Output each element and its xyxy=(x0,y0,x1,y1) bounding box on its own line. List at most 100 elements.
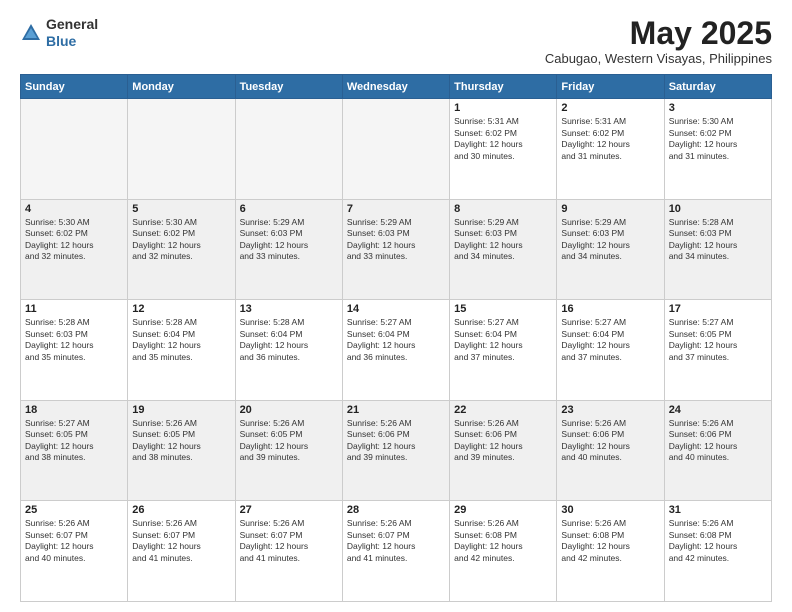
page: General Blue May 2025 Cabugao, Western V… xyxy=(0,0,792,612)
day-info: Sunrise: 5:29 AM Sunset: 6:03 PM Dayligh… xyxy=(347,217,445,263)
logo-blue-text: Blue xyxy=(46,33,76,49)
title-block: May 2025 Cabugao, Western Visayas, Phili… xyxy=(545,16,772,66)
day-number: 26 xyxy=(132,504,230,516)
day-info: Sunrise: 5:29 AM Sunset: 6:03 PM Dayligh… xyxy=(240,217,338,263)
calendar-cell: 4Sunrise: 5:30 AM Sunset: 6:02 PM Daylig… xyxy=(21,199,128,300)
day-number: 12 xyxy=(132,303,230,315)
calendar-cell: 12Sunrise: 5:28 AM Sunset: 6:04 PM Dayli… xyxy=(128,300,235,401)
calendar-cell: 27Sunrise: 5:26 AM Sunset: 6:07 PM Dayli… xyxy=(235,501,342,602)
day-info: Sunrise: 5:29 AM Sunset: 6:03 PM Dayligh… xyxy=(454,217,552,263)
calendar-cell: 10 Sunrise: 5:28 AM Sunset: 6:03 PM Dayli… xyxy=(664,199,771,300)
calendar-cell: 26Sunrise: 5:26 AM Sunset: 6:07 PM Dayli… xyxy=(128,501,235,602)
day-number: 29 xyxy=(454,504,552,516)
calendar-cell: 9 Sunrise: 5:29 AM Sunset: 6:03 PM Daylig… xyxy=(557,199,664,300)
day-info: Sunrise: 5:26 AM Sunset: 6:05 PM Dayligh… xyxy=(132,418,230,464)
calendar-cell: 30Sunrise: 5:26 AM Sunset: 6:08 PM Dayli… xyxy=(557,501,664,602)
day-info: Sunrise: 5:27 AM Sunset: 6:05 PM Dayligh… xyxy=(25,418,123,464)
day-number: 17 xyxy=(669,303,767,315)
day-info: Sunrise: 5:28 AM Sunset: 6:03 PM Dayligh… xyxy=(25,317,123,363)
day-info: Sunrise: 5:26 AM Sunset: 6:07 PM Dayligh… xyxy=(347,518,445,564)
calendar-cell: 8 Sunrise: 5:29 AM Sunset: 6:03 PM Daylig… xyxy=(450,199,557,300)
day-number: 21 xyxy=(347,404,445,416)
day-number: 1 xyxy=(454,102,552,114)
header-tuesday: Tuesday xyxy=(235,75,342,99)
day-number: 15 xyxy=(454,303,552,315)
calendar-week-5: 25 Sunrise: 5:26 AM Sunset: 6:07 PM Dayli… xyxy=(21,501,772,602)
day-number: 7 xyxy=(347,203,445,215)
header-thursday: Thursday xyxy=(450,75,557,99)
calendar-cell: 15 Sunrise: 5:27 AM Sunset: 6:04 PM Dayli… xyxy=(450,300,557,401)
calendar-cell: 3 Sunrise: 5:30 AM Sunset: 6:02 PM Daylig… xyxy=(664,99,771,200)
calendar-week-2: 4Sunrise: 5:30 AM Sunset: 6:02 PM Daylig… xyxy=(21,199,772,300)
month-title: May 2025 xyxy=(545,16,772,51)
day-number: 5 xyxy=(132,203,230,215)
day-info: Sunrise: 5:28 AM Sunset: 6:03 PM Dayligh… xyxy=(669,217,767,263)
calendar-cell: 13Sunrise: 5:28 AM Sunset: 6:04 PM Dayli… xyxy=(235,300,342,401)
day-info: Sunrise: 5:31 AM Sunset: 6:02 PM Dayligh… xyxy=(561,116,659,162)
day-number: 23 xyxy=(561,404,659,416)
day-number: 2 xyxy=(561,102,659,114)
calendar-cell: 16 Sunrise: 5:27 AM Sunset: 6:04 PM Dayli… xyxy=(557,300,664,401)
header-monday: Monday xyxy=(128,75,235,99)
day-info: Sunrise: 5:30 AM Sunset: 6:02 PM Dayligh… xyxy=(669,116,767,162)
day-number: 6 xyxy=(240,203,338,215)
day-number: 3 xyxy=(669,102,767,114)
calendar-cell: 5 Sunrise: 5:30 AM Sunset: 6:02 PM Daylig… xyxy=(128,199,235,300)
calendar-cell: 6 Sunrise: 5:29 AM Sunset: 6:03 PM Daylig… xyxy=(235,199,342,300)
day-info: Sunrise: 5:27 AM Sunset: 6:04 PM Dayligh… xyxy=(454,317,552,363)
day-info: Sunrise: 5:27 AM Sunset: 6:05 PM Dayligh… xyxy=(669,317,767,363)
day-info: Sunrise: 5:26 AM Sunset: 6:06 PM Dayligh… xyxy=(669,418,767,464)
day-number: 20 xyxy=(240,404,338,416)
day-info: Sunrise: 5:26 AM Sunset: 6:06 PM Dayligh… xyxy=(561,418,659,464)
calendar-cell: 20 Sunrise: 5:26 AM Sunset: 6:05 PM Dayli… xyxy=(235,400,342,501)
calendar-cell xyxy=(21,99,128,200)
day-number: 16 xyxy=(561,303,659,315)
calendar-week-4: 18 Sunrise: 5:27 AM Sunset: 6:05 PM Dayli… xyxy=(21,400,772,501)
day-number: 19 xyxy=(132,404,230,416)
calendar-cell: 31Sunrise: 5:26 AM Sunset: 6:08 PM Dayli… xyxy=(664,501,771,602)
day-number: 25 xyxy=(25,504,123,516)
day-info: Sunrise: 5:26 AM Sunset: 6:05 PM Dayligh… xyxy=(240,418,338,464)
day-info: Sunrise: 5:26 AM Sunset: 6:06 PM Dayligh… xyxy=(347,418,445,464)
day-number: 14 xyxy=(347,303,445,315)
calendar-cell: 2 Sunrise: 5:31 AM Sunset: 6:02 PM Daylig… xyxy=(557,99,664,200)
day-number: 31 xyxy=(669,504,767,516)
header-sunday: Sunday xyxy=(21,75,128,99)
calendar-cell: 1Sunrise: 5:31 AM Sunset: 6:02 PM Daylig… xyxy=(450,99,557,200)
calendar-cell: 21 Sunrise: 5:26 AM Sunset: 6:06 PM Dayli… xyxy=(342,400,449,501)
day-info: Sunrise: 5:29 AM Sunset: 6:03 PM Dayligh… xyxy=(561,217,659,263)
calendar-cell: 25Sunrise: 5:26 AM Sunset: 6:07 PM Dayli… xyxy=(21,501,128,602)
header-friday: Friday xyxy=(557,75,664,99)
day-number: 10 xyxy=(669,203,767,215)
calendar-cell: 14 Sunrise: 5:27 AM Sunset: 6:04 PM Dayli… xyxy=(342,300,449,401)
calendar-cell: 17 Sunrise: 5:27 AM Sunset: 6:05 PM Dayli… xyxy=(664,300,771,401)
day-number: 30 xyxy=(561,504,659,516)
calendar-cell: 22Sunrise: 5:26 AM Sunset: 6:06 PM Dayli… xyxy=(450,400,557,501)
day-info: Sunrise: 5:27 AM Sunset: 6:04 PM Dayligh… xyxy=(561,317,659,363)
day-info: Sunrise: 5:30 AM Sunset: 6:02 PM Dayligh… xyxy=(25,217,123,263)
day-number: 27 xyxy=(240,504,338,516)
calendar-cell xyxy=(235,99,342,200)
day-number: 18 xyxy=(25,404,123,416)
calendar-week-3: 11 Sunrise: 5:28 AM Sunset: 6:03 PM Dayli… xyxy=(21,300,772,401)
weekday-header-row: Sunday Monday Tuesday Wednesday Thursday… xyxy=(21,75,772,99)
calendar-cell xyxy=(342,99,449,200)
day-number: 11 xyxy=(25,303,123,315)
day-number: 24 xyxy=(669,404,767,416)
location: Cabugao, Western Visayas, Philippines xyxy=(545,51,772,66)
calendar-cell: 23 Sunrise: 5:26 AM Sunset: 6:06 PM Dayli… xyxy=(557,400,664,501)
day-info: Sunrise: 5:26 AM Sunset: 6:08 PM Dayligh… xyxy=(454,518,552,564)
calendar-table: Sunday Monday Tuesday Wednesday Thursday… xyxy=(20,74,772,602)
day-info: Sunrise: 5:30 AM Sunset: 6:02 PM Dayligh… xyxy=(132,217,230,263)
logo-icon xyxy=(20,22,42,44)
logo: General Blue xyxy=(20,16,98,50)
calendar-cell: 11 Sunrise: 5:28 AM Sunset: 6:03 PM Dayli… xyxy=(21,300,128,401)
day-info: Sunrise: 5:27 AM Sunset: 6:04 PM Dayligh… xyxy=(347,317,445,363)
header-saturday: Saturday xyxy=(664,75,771,99)
day-number: 9 xyxy=(561,203,659,215)
day-info: Sunrise: 5:26 AM Sunset: 6:06 PM Dayligh… xyxy=(454,418,552,464)
day-number: 8 xyxy=(454,203,552,215)
calendar-cell: 18 Sunrise: 5:27 AM Sunset: 6:05 PM Dayli… xyxy=(21,400,128,501)
calendar-cell: 7 Sunrise: 5:29 AM Sunset: 6:03 PM Daylig… xyxy=(342,199,449,300)
logo-general-text: General xyxy=(46,16,98,32)
